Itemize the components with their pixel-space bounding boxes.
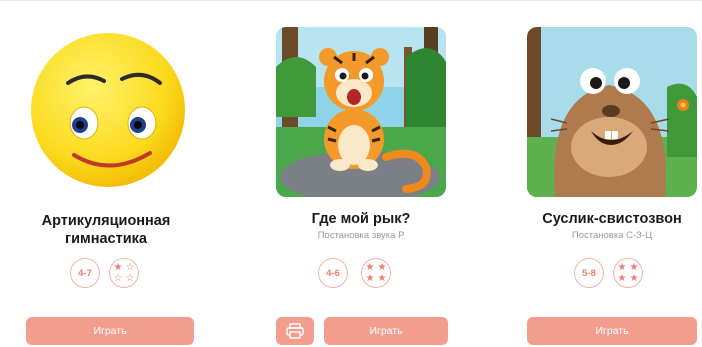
play-button[interactable]: Играть [26, 317, 194, 345]
star-icon: ★ [113, 261, 123, 273]
game-card-articulation: Артикуляционная гимнастика 4-7 ★ ☆ ☆ ☆ И… [18, 1, 194, 347]
card-subtitle: Постановка С-З-Ц [571, 230, 653, 241]
card-title: Где мой рык? [311, 211, 411, 227]
star-icon: ★ [365, 261, 375, 273]
difficulty-stars: ★ ☆ ☆ ☆ [109, 258, 139, 288]
game-image[interactable] [276, 27, 446, 197]
game-image[interactable] [527, 27, 697, 197]
game-card-gopher: Суслик-свистозвон Постановка С-З-Ц 5-8 ★… [523, 1, 701, 347]
tiger-illustration-icon [276, 27, 446, 197]
gopher-illustration-icon [527, 27, 697, 197]
title-line-1: Артикуляционная [41, 213, 171, 229]
star-icon: ★ [365, 272, 375, 284]
star-icon: ★ [617, 261, 627, 273]
game-card-tiger: Где мой рык? Постановка звука Р 4-6 ★ ★ … [272, 1, 450, 347]
star-icon: ★ [629, 272, 639, 284]
star-icon: ★ [377, 272, 387, 284]
star-icon: ★ [617, 272, 627, 284]
print-button[interactable] [276, 317, 314, 345]
card-title: Суслик-свистозвон [542, 211, 682, 227]
star-icon: ★ [629, 261, 639, 273]
star-icon: ★ [377, 261, 387, 273]
printer-icon [286, 323, 304, 339]
age-badge: 5-8 [574, 258, 604, 288]
card-subtitle: Постановка звука Р [317, 230, 405, 241]
difficulty-stars: ★ ★ ★ ★ [361, 258, 391, 288]
star-empty-icon: ☆ [125, 261, 135, 273]
game-image[interactable] [26, 25, 196, 195]
title-line-2: гимнастика [65, 231, 147, 247]
play-button[interactable]: Играть [527, 317, 697, 345]
age-badge: 4-7 [70, 258, 100, 288]
smiley-face-icon [31, 33, 185, 187]
star-empty-icon: ☆ [113, 272, 123, 284]
difficulty-stars: ★ ★ ★ ★ [613, 258, 643, 288]
age-badge: 4-6 [318, 258, 348, 288]
star-empty-icon: ☆ [125, 272, 135, 284]
card-title: Артикуляционная гимнастика [18, 212, 194, 248]
play-button[interactable]: Играть [324, 317, 448, 345]
